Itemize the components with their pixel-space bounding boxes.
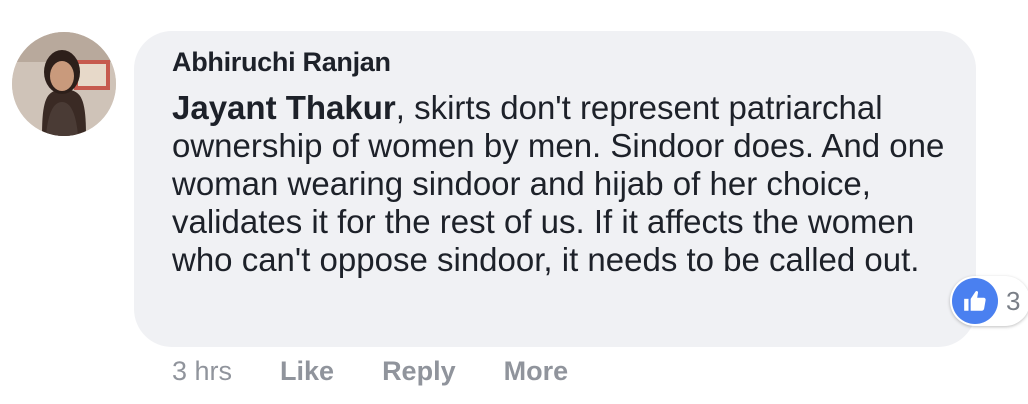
comment-actions: 3 hrs Like Reply More xyxy=(172,356,616,387)
comment-body: Jayant Thakur, skirts don't represent pa… xyxy=(172,89,962,279)
thumbs-up-icon xyxy=(952,278,998,324)
reaction-count: 3 xyxy=(1006,285,1021,316)
reply-button[interactable]: Reply xyxy=(382,356,456,387)
comment: Abhiruchi Ranjan Jayant Thakur, skirts d… xyxy=(0,0,1028,404)
avatar-photo xyxy=(12,32,116,136)
like-button[interactable]: Like xyxy=(280,356,334,387)
author-avatar[interactable] xyxy=(12,32,116,136)
mention-link[interactable]: Jayant Thakur xyxy=(172,89,396,126)
comment-bubble: Abhiruchi Ranjan Jayant Thakur, skirts d… xyxy=(134,31,976,347)
author-name[interactable]: Abhiruchi Ranjan xyxy=(172,47,391,78)
reaction-summary[interactable]: 3 xyxy=(950,276,1028,326)
timestamp[interactable]: 3 hrs xyxy=(172,356,232,387)
more-button[interactable]: More xyxy=(504,356,569,387)
